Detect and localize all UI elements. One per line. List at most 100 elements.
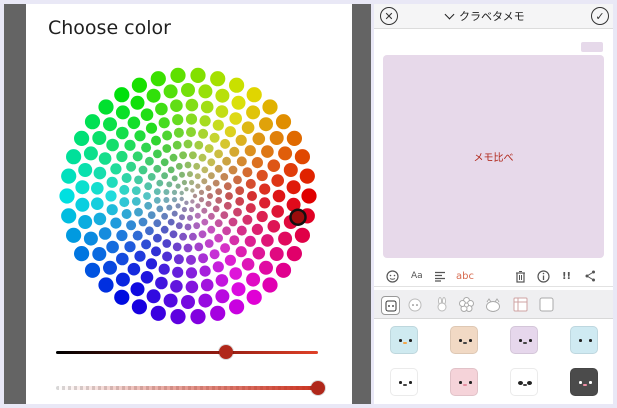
color-swatch-dot[interactable] [195,203,201,209]
color-swatch-dot[interactable] [269,131,284,145]
color-swatch-dot[interactable] [195,183,201,189]
color-swatch-dot[interactable] [201,166,209,174]
color-swatch-dot[interactable] [235,186,245,196]
color-swatch-dot[interactable] [147,211,156,220]
color-swatch-dot[interactable] [275,114,292,130]
color-swatch-dot[interactable] [171,210,178,217]
color-swatch-dot[interactable] [214,164,223,173]
color-swatch-dot[interactable] [61,168,77,184]
color-swatch-dot[interactable] [208,212,215,220]
color-swatch-dot[interactable] [252,246,266,260]
color-swatch-dot[interactable] [189,151,197,160]
font-size-button[interactable]: Aa [411,269,423,283]
color-swatch-dot[interactable] [193,222,201,230]
color-swatch-dot[interactable] [198,293,213,308]
color-swatch-dot[interactable] [171,189,178,195]
color-swatch-dot[interactable] [172,242,182,252]
color-swatch-dot[interactable] [192,193,198,199]
color-swatch-dot[interactable] [124,241,136,253]
color-swatch-dot[interactable] [105,190,117,202]
color-swatch-dot[interactable] [119,184,130,195]
color-swatch-dot[interactable] [147,173,156,181]
tab-cat-flower[interactable] [458,296,475,313]
color-swatch-dot[interactable] [162,144,172,153]
color-swatch-dot[interactable] [173,254,184,265]
color-swatch-dot[interactable] [183,139,193,149]
color-swatch-dot[interactable] [184,161,192,169]
color-swatch-dot[interactable] [286,130,302,146]
color-swatch-dot[interactable] [301,188,317,204]
color-swatch-dot[interactable] [179,190,184,196]
color-swatch-dot[interactable] [134,250,146,262]
color-swatch-dot[interactable] [185,267,198,279]
color-swatch-dot[interactable] [267,159,281,172]
color-swatch-dot[interactable] [83,231,98,246]
color-swatch-dot[interactable] [144,182,153,191]
color-swatch-dot[interactable] [106,204,118,216]
color-swatch-dot[interactable] [199,265,211,277]
tab-cat-face[interactable] [381,296,400,315]
align-icon[interactable] [434,269,446,283]
color-swatch-dot[interactable] [262,99,278,115]
color-swatch-dot[interactable] [153,164,162,173]
color-swatch-dot[interactable] [245,203,256,214]
color-swatch-dot[interactable] [140,108,154,121]
color-swatch-dot[interactable] [190,199,195,204]
color-swatch-dot[interactable] [236,225,247,236]
color-swatch-dot[interactable] [119,197,130,208]
color-swatch-dot[interactable] [83,146,98,161]
color-swatch-dot[interactable] [187,171,193,178]
color-swatch-dot[interactable] [78,215,93,229]
color-swatch-dot[interactable] [251,223,263,235]
color-swatch-dot[interactable] [106,176,118,188]
color-swatch-dot[interactable] [185,98,199,112]
color-swatch-dot[interactable] [185,280,199,294]
color-swatch-dot[interactable] [204,144,214,153]
color-swatch-dot[interactable] [66,149,82,165]
color-swatch-dot[interactable] [145,122,158,134]
color-swatch-dot[interactable] [66,227,82,243]
color-swatch-dot[interactable] [92,131,107,145]
color-swatch-dot[interactable] [141,239,152,250]
color-swatch-dot[interactable] [207,225,216,234]
color-swatch-dot[interactable] [175,162,183,170]
color-swatch-dot[interactable] [132,230,143,241]
color-swatch-dot[interactable] [223,201,232,210]
color-swatch-dot[interactable] [222,156,232,166]
color-swatch-dot[interactable] [242,214,253,225]
check-circle-icon[interactable]: ✓ [591,7,609,25]
color-swatch-dot[interactable] [179,214,185,221]
sticker-panda[interactable] [510,368,538,396]
color-swatch-dot[interactable] [229,112,242,125]
color-swatch-dot[interactable] [170,309,186,325]
color-swatch-dot[interactable] [138,217,148,227]
color-swatch-dot[interactable] [235,197,245,206]
color-swatch-dot[interactable] [116,229,128,242]
color-swatch-dot[interactable] [74,130,90,146]
color-swatch-dot[interactable] [207,193,213,199]
color-swatch-dot[interactable] [267,220,281,233]
color-swatch-dot[interactable] [215,289,230,304]
color-swatch-dot[interactable] [146,88,161,103]
color-swatch-dot[interactable] [209,132,220,143]
color-swatch-dot[interactable] [126,220,137,231]
color-swatch-dot[interactable] [194,212,201,219]
color-swatch-dot[interactable] [161,172,169,180]
color-swatch-dot[interactable] [187,214,193,221]
color-swatch-dot[interactable] [131,77,147,93]
color-swatch-dot[interactable] [242,167,253,178]
color-swatch-dot[interactable] [181,83,195,97]
color-swatch-dot[interactable] [220,211,229,220]
color-swatch-dot[interactable] [150,71,166,87]
color-swatch-dot[interactable] [130,282,145,297]
alpha-slider[interactable] [56,386,318,390]
color-swatch-dot[interactable] [190,188,195,193]
color-swatch-dot[interactable] [185,113,198,125]
color-swatch-dot[interactable] [261,234,274,247]
color-swatch-dot[interactable] [131,186,141,196]
color-swatch-dot[interactable] [190,67,206,83]
sticker-cat-black[interactable] [570,368,598,396]
color-swatch-dot[interactable] [229,146,240,157]
color-swatch-dot[interactable] [193,162,201,170]
color-swatch-dot[interactable] [155,102,168,116]
